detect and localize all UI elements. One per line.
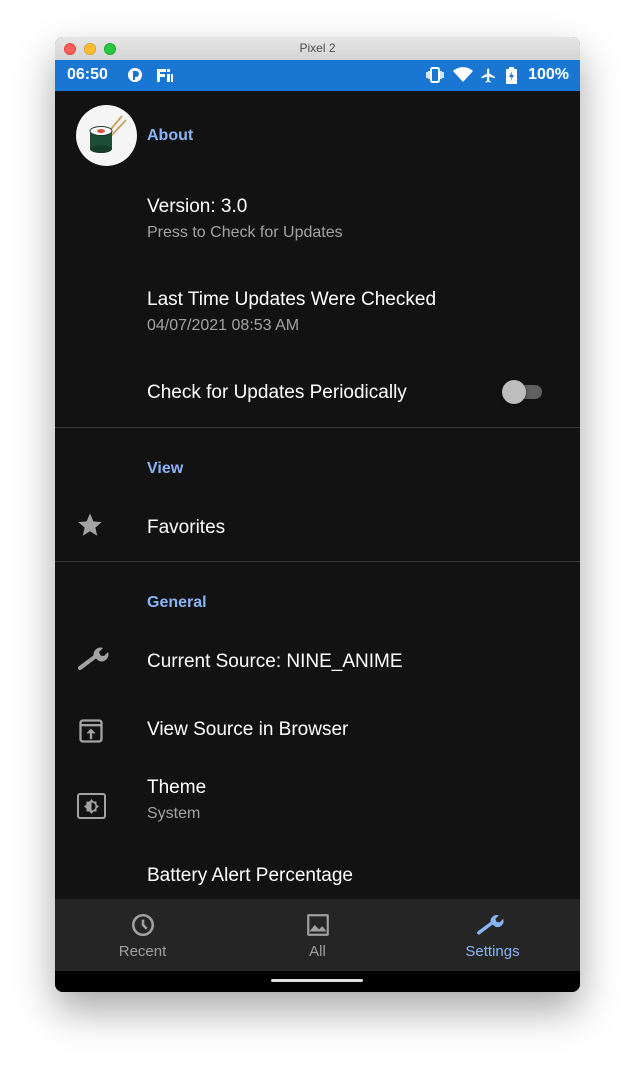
nav-recent-label: Recent [118, 943, 167, 960]
version-subtitle: Press to Check for Updates [147, 224, 343, 241]
title-bar: Pixel 2 [55, 37, 580, 61]
star-icon [76, 511, 104, 543]
bottom-navigation: Recent All Settings [55, 899, 580, 971]
about-category-header: About [147, 127, 194, 144]
battery-alert-title: Battery Alert Percentage [147, 865, 353, 886]
last-update-check-value: 04/07/2021 08:53 AM [147, 317, 300, 334]
vibrate-icon [426, 67, 444, 87]
favorites-title: Favorites [147, 517, 226, 538]
section-divider [55, 427, 580, 428]
theme-brightness-icon [77, 793, 106, 823]
gesture-bar [55, 971, 580, 992]
general-category-header: General [147, 594, 207, 611]
open-in-browser-icon [77, 717, 105, 749]
nav-all[interactable]: All [230, 899, 405, 971]
image-icon [305, 912, 331, 942]
settings-list[interactable]: About Version: 3.0 Press to Check for Up… [55, 91, 580, 899]
periodic-update-toggle[interactable] [502, 380, 544, 404]
last-update-check-title: Last Time Updates Were Checked [147, 289, 437, 310]
theme-title: Theme [147, 777, 207, 798]
app-logo-sushi [76, 105, 137, 166]
battery-alert-preference[interactable]: Battery Alert Percentage [55, 865, 580, 899]
wifi-icon [453, 67, 473, 87]
wrench-icon [76, 644, 112, 678]
view-source-preference[interactable]: View Source in Browser [55, 699, 580, 759]
version-title: Version: 3.0 [147, 196, 248, 217]
battery-charging-icon [506, 67, 517, 88]
emulator-window: Pixel 2 06:50 100% About Version: 3.0 Pr… [55, 37, 580, 992]
wrench-icon [475, 912, 507, 942]
home-handle[interactable] [271, 979, 363, 982]
current-source-title: Current Source: NINE_ANIME [147, 651, 403, 672]
launcher-notification-icon [156, 67, 174, 87]
theme-preference[interactable]: Theme System [55, 767, 580, 847]
nav-recent[interactable]: Recent [55, 899, 230, 971]
view-category-header: View [147, 460, 184, 477]
nav-all-label: All [309, 943, 326, 960]
theme-value: System [147, 805, 201, 822]
section-divider [55, 561, 580, 562]
nav-settings-label: Settings [465, 943, 520, 960]
window-title: Pixel 2 [299, 41, 336, 55]
status-bar: 06:50 100% [55, 60, 580, 91]
last-update-check-preference[interactable]: Last Time Updates Were Checked 04/07/202… [55, 279, 580, 359]
nav-settings[interactable]: Settings [405, 899, 580, 971]
current-source-preference[interactable]: Current Source: NINE_ANIME [55, 631, 580, 691]
view-source-title: View Source in Browser [147, 719, 349, 740]
version-preference[interactable]: Version: 3.0 Press to Check for Updates [55, 186, 580, 266]
periodic-update-title: Check for Updates Periodically [147, 382, 407, 403]
app-notification-icon [127, 67, 143, 87]
airplane-mode-icon [480, 67, 497, 88]
toggle-thumb [502, 380, 526, 404]
status-time: 06:50 [67, 66, 108, 83]
battery-percentage: 100% [528, 66, 569, 83]
favorites-preference[interactable]: Favorites [55, 496, 580, 556]
clock-icon [130, 912, 156, 942]
